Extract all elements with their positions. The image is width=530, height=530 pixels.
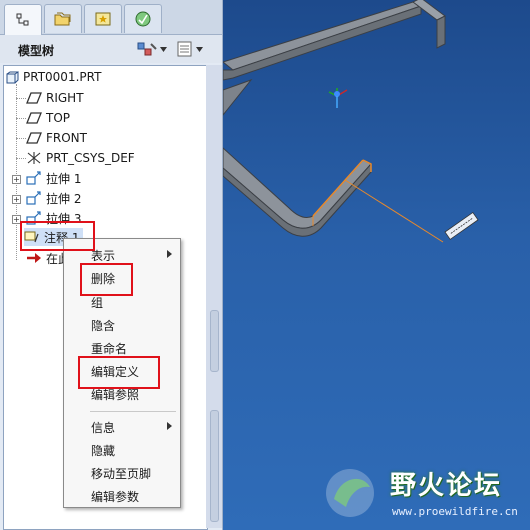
menu-item-label: 组 [91, 296, 104, 310]
model-tree-header: 模型树 [0, 35, 222, 63]
connections-icon [135, 11, 151, 27]
extrude-icon [26, 191, 41, 205]
menu-item-delete[interactable]: 删除 [64, 266, 180, 288]
extrude-icon [26, 171, 41, 185]
settings-icon [137, 42, 157, 56]
favorites-icon [95, 12, 111, 26]
tree-item-label: PRT_CSYS_DEF [46, 151, 135, 165]
menu-item-hide[interactable]: 隐藏 [64, 438, 180, 460]
menu-item-move-to-footer[interactable]: 移动至页脚 [64, 461, 180, 483]
menu-item-label: 编辑参照 [91, 388, 140, 402]
insert-here-icon [27, 253, 41, 263]
menu-item-label: 重命名 [91, 342, 128, 356]
model-tree-icon [16, 13, 29, 26]
chevron-down-icon [160, 46, 167, 52]
forum-logo-icon [326, 469, 374, 517]
tree-item-front[interactable]: FRONT [26, 129, 87, 147]
show-list-icon [177, 41, 192, 57]
tree-connector [16, 118, 26, 119]
menu-item-label: 信息 [91, 421, 116, 435]
tree-item-top[interactable]: TOP [26, 109, 70, 127]
tree-item-label: 拉伸 3 [46, 211, 82, 226]
menu-item-label: 隐藏 [91, 444, 116, 458]
tree-item-label: FRONT [46, 131, 87, 145]
menu-item-label: 删除 [91, 272, 116, 286]
model-tree-title: 模型树 [18, 44, 55, 58]
panel-splitter[interactable] [206, 65, 222, 528]
tree-item-csys[interactable]: PRT_CSYS_DEF [26, 149, 135, 167]
watermark-title: 野火论坛 [390, 471, 503, 501]
menu-item-edit-definition[interactable]: 编辑定义 [64, 359, 180, 381]
part-icon [6, 70, 19, 83]
tab-model-tree[interactable] [4, 4, 42, 35]
csys-triad-icon [328, 88, 348, 108]
datum-plane-icon [26, 92, 42, 104]
menu-item-label: 编辑参数 [91, 490, 140, 504]
tree-item-label: 拉伸 2 [46, 191, 82, 206]
tree-show-button[interactable] [176, 40, 203, 58]
tree-connector [16, 98, 26, 99]
tab-favorites[interactable] [84, 4, 122, 33]
graphics-viewport[interactable]: 野火论坛 www.proewildfire.cn [223, 0, 530, 530]
menu-item-edit-parameters[interactable]: 编辑参数 [64, 484, 180, 506]
splitter-grip[interactable] [210, 410, 219, 522]
watermark: 野火论坛 www.proewildfire.cn [320, 463, 526, 525]
menu-item-representation[interactable]: 表示 [64, 243, 180, 265]
tree-item-right[interactable]: RIGHT [26, 89, 84, 107]
model-geometry [223, 0, 479, 243]
menu-item-edit-references[interactable]: 编辑参照 [64, 382, 180, 404]
splitter-grip[interactable] [210, 310, 219, 372]
tree-item-label: 拉伸 1 [46, 171, 82, 186]
menu-item-label: 表示 [91, 249, 116, 263]
watermark-url: www.proewildfire.cn [392, 505, 518, 518]
tree-settings-button[interactable] [136, 40, 167, 58]
folder-icon [54, 12, 71, 26]
tree-item-extrude-3[interactable]: 拉伸 3 [26, 209, 81, 227]
note-icon [24, 231, 39, 243]
navigator-tabbar [0, 0, 222, 35]
context-menu: 表示 删除 组 隐含 重命名 编辑定义 编辑参照 信息 隐藏 移动至页脚 编辑参… [63, 238, 181, 508]
tree-connector [16, 84, 17, 260]
tree-item-extrude-2[interactable]: 拉伸 2 [26, 189, 81, 207]
datum-plane-icon [26, 132, 42, 144]
note-tag [444, 211, 479, 240]
tree-root-label: PRT0001.PRT [23, 70, 102, 84]
menu-item-label: 隐含 [91, 319, 116, 333]
extrude-icon [26, 211, 41, 225]
expand-toggle[interactable]: + [12, 175, 21, 184]
expand-toggle[interactable]: + [12, 215, 21, 224]
tree-root[interactable]: PRT0001.PRT [6, 68, 101, 86]
menu-item-label: 编辑定义 [91, 365, 140, 379]
tree-item-label: RIGHT [46, 91, 84, 105]
chevron-down-icon [196, 46, 203, 52]
menu-item-rename[interactable]: 重命名 [64, 336, 180, 358]
submenu-arrow-icon [167, 250, 172, 258]
csys-icon [27, 152, 41, 164]
tree-connector [16, 138, 26, 139]
tab-folder-browser[interactable] [44, 4, 82, 33]
submenu-arrow-icon [167, 422, 172, 430]
tab-connections[interactable] [124, 4, 162, 33]
menu-item-suppress[interactable]: 隐含 [64, 313, 180, 335]
menu-item-group[interactable]: 组 [64, 290, 180, 312]
menu-item-label: 移动至页脚 [91, 467, 152, 481]
datum-plane-icon [26, 112, 42, 124]
tree-connector [16, 158, 26, 159]
menu-item-info[interactable]: 信息 [64, 415, 180, 437]
expand-toggle[interactable]: + [12, 195, 21, 204]
menu-separator [90, 411, 176, 412]
tree-item-extrude-1[interactable]: 拉伸 1 [26, 169, 81, 187]
tree-item-label: TOP [46, 111, 71, 125]
